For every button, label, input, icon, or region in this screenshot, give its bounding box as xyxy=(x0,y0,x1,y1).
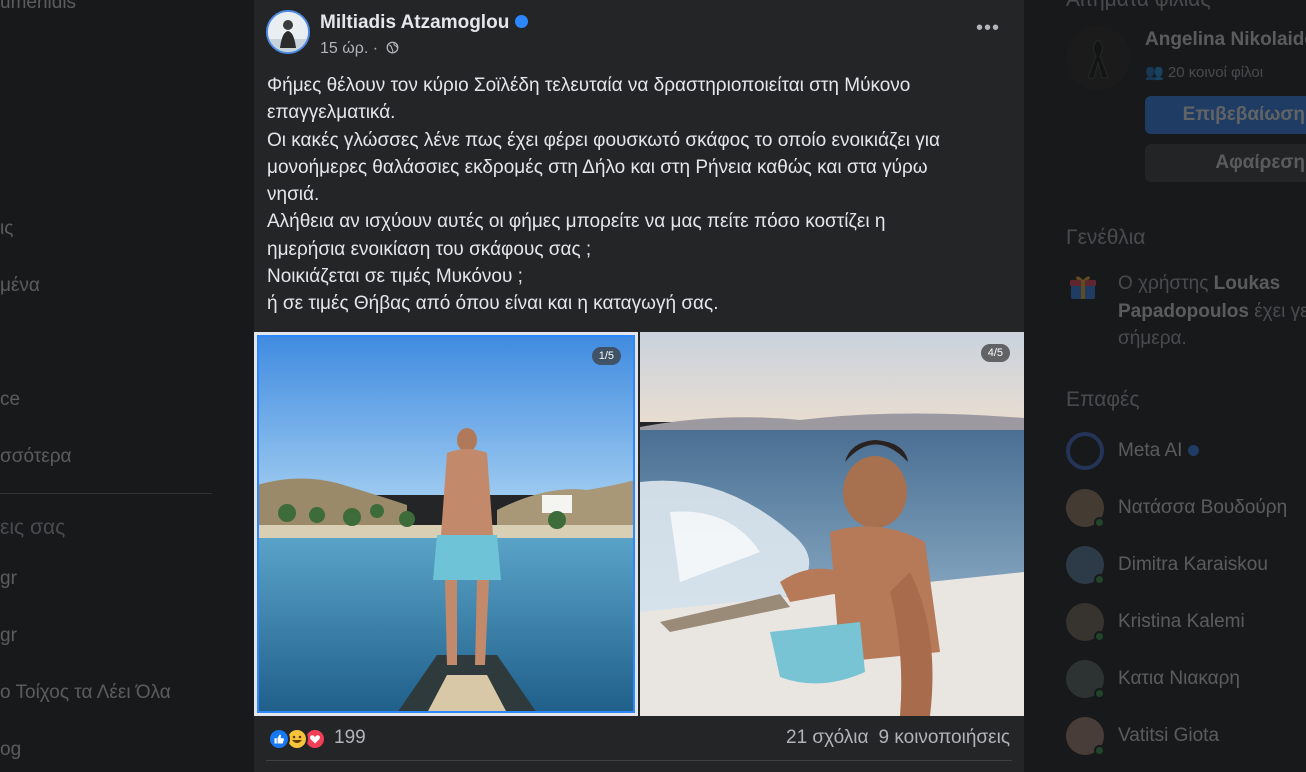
sidebar-item-1[interactable]: ις xyxy=(0,218,13,240)
gift-icon xyxy=(1068,272,1098,302)
request-avatar[interactable] xyxy=(1066,26,1130,90)
post-text-line: Αλήθεια αν ισχύουν αυτές οι φήμες μπορεί… xyxy=(267,211,886,233)
contacts-heading: Επαφές xyxy=(1066,388,1140,411)
post-text-line: Φήμες θέλουν τον κύριο Σοϊλέδη τελευταία… xyxy=(267,75,911,96)
mutual-friends-icon: 👥 xyxy=(1145,64,1168,81)
photo-counter: 1/5 xyxy=(591,347,621,365)
contact-name: Kristina Kalemi xyxy=(1118,611,1245,632)
shares-count[interactable]: 9 κοινοποιήσεις xyxy=(879,727,1010,748)
post-header: Miltiadis Atzamoglou 15 ώρ. · ••• xyxy=(266,8,1012,64)
online-indicator-icon xyxy=(1094,688,1105,699)
sidebar-shortcut-3[interactable]: ο Τοίχος τα Λέει Όλα xyxy=(0,682,171,704)
birthday-line3: σήμερα. xyxy=(1118,328,1187,349)
mutual-friends-text: 20 κοινοί φίλοι xyxy=(1167,64,1264,81)
left-sidebar: umenidis ις μένα ce σσότερα εις σας gr g… xyxy=(0,0,240,772)
post-photo-2[interactable]: 4/5 xyxy=(640,332,1024,716)
photo-gallery: 1/5 4/5 xyxy=(254,332,1024,716)
footer-divider xyxy=(266,760,1012,761)
contact-name: Dimitra Karaiskou xyxy=(1118,554,1268,575)
birthday-name-2[interactable]: Papadopoulos xyxy=(1118,301,1249,322)
globe-icon xyxy=(386,41,398,54)
contact-item[interactable]: Νατάσσα Βουδούρη xyxy=(1066,489,1306,529)
friend-requests-heading: Αιτήματα φιλίας xyxy=(1066,0,1211,12)
post-text-line: Οι κακές γλώσσες λένε πως έχει φέρει φου… xyxy=(267,129,941,151)
verified-badge-icon xyxy=(515,15,529,29)
contact-name: Meta AI xyxy=(1118,440,1199,462)
online-indicator-icon xyxy=(1094,517,1105,528)
post-time[interactable]: 15 ώρ. · xyxy=(320,40,378,57)
sidebar-section-heading: εις σας xyxy=(0,516,66,539)
online-indicator-icon xyxy=(1094,631,1105,642)
post-meta: 15 ώρ. · xyxy=(320,40,399,58)
contact-name: Κατια Νιακαρη xyxy=(1118,668,1240,689)
post-stats: 21 σχόλια 9 κοινοποιήσεις xyxy=(776,727,1010,749)
post-text-line: επαγγελματικά. xyxy=(267,102,396,124)
photo-counter: 4/5 xyxy=(980,344,1010,362)
birthday-text: Ο χρήστης Loukas Papadopoulos έχει γενέθ… xyxy=(1118,270,1306,353)
remove-request-button[interactable]: Αφαίρεση xyxy=(1145,144,1306,182)
contact-name: Νατάσσα Βουδούρη xyxy=(1118,497,1288,518)
sidebar-shortcut-1[interactable]: gr xyxy=(0,568,17,590)
post-text-line: ημερήσια ενοικίαση του σκάφους σας ; xyxy=(267,238,592,260)
contact-item[interactable]: Meta AI xyxy=(1066,432,1306,472)
right-sidebar: Αιτήματα φιλίας Angelina Nikolaidou 👥 20… xyxy=(1050,0,1306,772)
author-avatar[interactable] xyxy=(266,10,310,54)
sidebar-divider xyxy=(0,493,212,494)
meta-ai-icon xyxy=(1066,432,1104,470)
birthdays-heading: Γενέθλια xyxy=(1066,226,1146,249)
sidebar-item-3[interactable]: ce xyxy=(0,389,20,411)
post-card: Miltiadis Atzamoglou 15 ώρ. · ••• Φήμες … xyxy=(254,0,1024,772)
post-text-line: ή σε τιμές Θήβας από όπου είναι και η κα… xyxy=(267,293,719,315)
mutual-friends[interactable]: 👥 20 κοινοί φίλοι xyxy=(1145,63,1263,81)
birthday-prefix: Ο χρήστης xyxy=(1118,273,1209,294)
online-indicator-icon xyxy=(1094,574,1105,585)
contact-item[interactable]: Dimitra Karaiskou xyxy=(1066,546,1306,586)
contact-name: Vatitsi Giota xyxy=(1118,725,1220,746)
birthday-suffix: έχει γενέθλια xyxy=(1254,300,1306,322)
post-text-line: νησιά. xyxy=(267,184,320,206)
birthday-name-1[interactable]: Loukas xyxy=(1214,273,1281,294)
confirm-request-button[interactable]: Επιβεβαίωση xyxy=(1145,96,1306,134)
post-text-line: μονοήμερες θαλάσσιες εκδρομές στη Δήλο κ… xyxy=(267,156,928,178)
comments-count[interactable]: 21 σχόλια xyxy=(786,727,869,748)
sidebar-see-more[interactable]: σσότερα xyxy=(0,446,72,468)
post-text-line: Νοικιάζεται σε τιμές Μυκόνου ; xyxy=(267,266,523,288)
contact-item[interactable]: Vatitsi Giota xyxy=(1066,717,1306,757)
sidebar-item-2[interactable]: μένα xyxy=(0,275,40,297)
more-options-button[interactable]: ••• xyxy=(972,18,1004,44)
request-name[interactable]: Angelina Nikolaidou xyxy=(1145,29,1306,51)
sidebar-shortcut-4[interactable]: og xyxy=(0,739,21,761)
contact-item[interactable]: Kristina Kalemi xyxy=(1066,603,1306,643)
contact-item[interactable]: Κατια Νιακαρη xyxy=(1066,660,1306,700)
sidebar-shortcut-2[interactable]: gr xyxy=(0,625,17,647)
author-name-text[interactable]: Miltiadis Atzamoglou xyxy=(320,12,509,33)
like-reaction-icon xyxy=(268,728,290,750)
reaction-icons[interactable] xyxy=(268,728,330,750)
online-indicator-icon xyxy=(1094,745,1105,756)
reaction-count[interactable]: 199 xyxy=(334,727,366,749)
post-photo-1[interactable]: 1/5 xyxy=(254,332,638,716)
post-footer: 199 21 σχόλια 9 κοινοποιήσεις xyxy=(268,725,1010,755)
post-text: Φήμες θέλουν τον κύριο Σοϊλέδη τελευταία… xyxy=(267,72,1017,318)
verified-badge-icon xyxy=(1187,445,1199,456)
author-name[interactable]: Miltiadis Atzamoglou xyxy=(320,12,529,34)
sidebar-item-0[interactable]: umenidis xyxy=(0,0,76,14)
